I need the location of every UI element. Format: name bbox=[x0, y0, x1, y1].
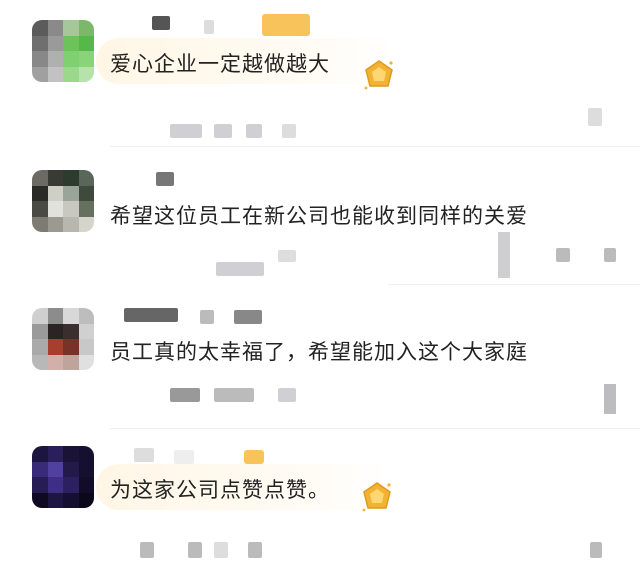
avatar[interactable] bbox=[32, 446, 94, 508]
comment-item: 爱心企业一定越做越大 bbox=[0, 0, 640, 140]
user-badge bbox=[262, 14, 310, 36]
comment-item: 为这家公司点赞点赞。 bbox=[0, 430, 640, 570]
divider bbox=[388, 284, 640, 285]
timestamp bbox=[140, 542, 154, 558]
reply-link[interactable] bbox=[214, 388, 254, 402]
like-count[interactable] bbox=[214, 542, 228, 558]
comment-text: 希望这位员工在新公司也能收到同样的关爱 bbox=[110, 204, 528, 228]
reply-link[interactable] bbox=[214, 124, 232, 138]
more-action[interactable] bbox=[282, 124, 296, 138]
comment-item: 希望这位员工在新公司也能收到同样的关爱 bbox=[0, 148, 640, 288]
gold-medal-icon bbox=[364, 60, 393, 90]
username-blur bbox=[204, 20, 214, 34]
avatar[interactable] bbox=[32, 20, 94, 82]
like-icon[interactable] bbox=[590, 542, 602, 558]
comment-text: 爱心企业一定越做越大 bbox=[110, 52, 330, 76]
divider bbox=[110, 146, 640, 147]
reply-link[interactable] bbox=[278, 250, 296, 262]
like-icon[interactable] bbox=[498, 232, 510, 278]
user-badge bbox=[244, 450, 264, 464]
more-action[interactable] bbox=[604, 248, 616, 262]
timestamp bbox=[170, 124, 202, 138]
username[interactable] bbox=[134, 448, 154, 462]
username-blur bbox=[174, 450, 194, 464]
timestamp bbox=[170, 388, 200, 402]
avatar[interactable] bbox=[32, 170, 94, 232]
like-count[interactable] bbox=[278, 388, 296, 402]
comment-item: 员工真的太幸福了，希望能加入这个大家庭 bbox=[0, 290, 640, 430]
more-action[interactable] bbox=[248, 542, 262, 558]
comment-text: 为这家公司点赞点赞。 bbox=[110, 478, 330, 502]
username-blur bbox=[234, 310, 262, 324]
username[interactable] bbox=[152, 16, 170, 30]
comment-text: 员工真的太幸福了，希望能加入这个大家庭 bbox=[110, 340, 528, 364]
avatar[interactable] bbox=[32, 308, 94, 370]
divider bbox=[110, 428, 640, 429]
reply-link[interactable] bbox=[188, 542, 202, 558]
like-count[interactable] bbox=[556, 248, 570, 262]
like-icon[interactable] bbox=[604, 384, 616, 414]
username[interactable] bbox=[124, 308, 178, 322]
like-icon[interactable] bbox=[588, 108, 602, 126]
timestamp bbox=[216, 262, 264, 276]
username[interactable] bbox=[156, 172, 174, 186]
username-blur bbox=[200, 310, 214, 324]
like-count[interactable] bbox=[246, 124, 262, 138]
gold-medal-icon bbox=[362, 482, 391, 512]
